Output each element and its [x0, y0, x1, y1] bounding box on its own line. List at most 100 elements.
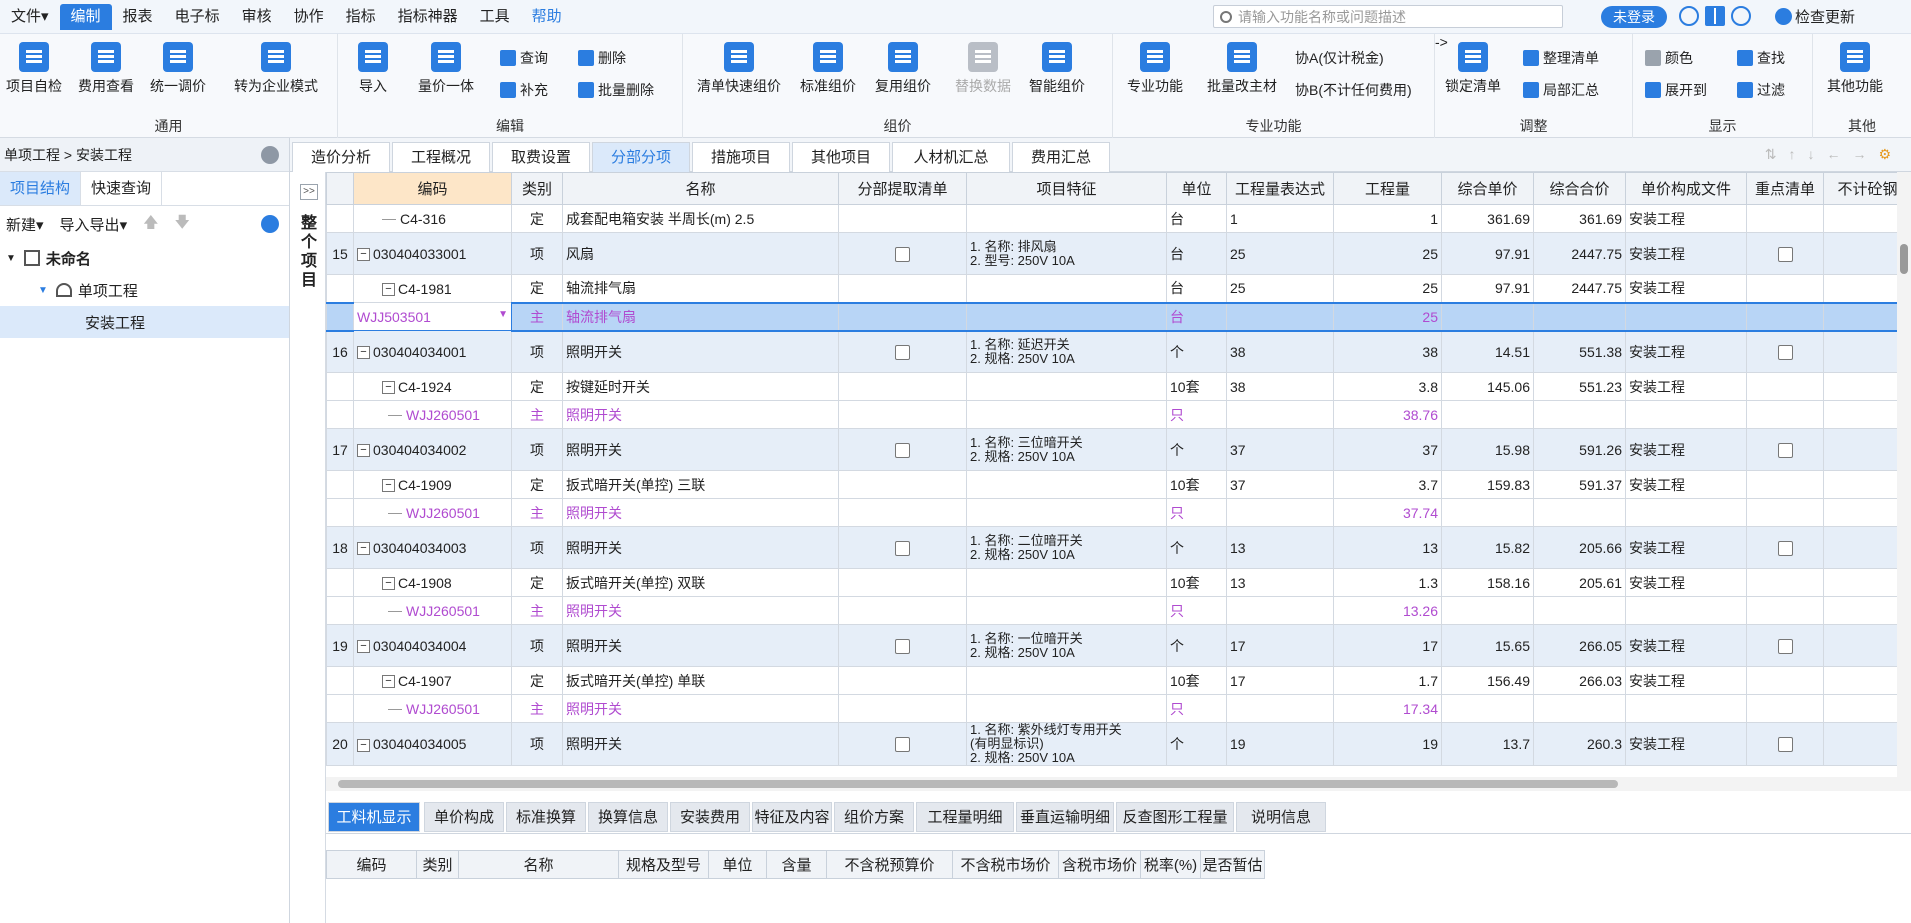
- expand-to-button[interactable]: 展开到: [1645, 80, 1707, 100]
- table-cell[interactable]: 10套: [1166, 568, 1227, 597]
- table-row[interactable]: − C4-1981 定轴流排气扇台 25 25 97.91 2447.75 安装工程: [326, 274, 1897, 303]
- table-cell[interactable]: − C4-1907: [353, 666, 512, 695]
- table-row[interactable]: 16−030404034001 项照明开关 1. 名称: 延迟开关 2. 规格: 25…: [326, 330, 1897, 373]
- batch-main-material-button[interactable]: 批量改主材: [1207, 42, 1277, 96]
- table-cell[interactable]: 照明开关: [562, 526, 839, 569]
- collapse-row-icon[interactable]: −: [357, 444, 370, 458]
- table-cell[interactable]: [838, 498, 967, 527]
- table-cell[interactable]: 个: [1166, 526, 1227, 569]
- tree-node-install-project[interactable]: 安装工程: [0, 306, 289, 338]
- organize-list-button[interactable]: 整理清单: [1523, 48, 1599, 68]
- table-cell[interactable]: 个: [1166, 624, 1227, 667]
- menu-item[interactable]: 报表: [112, 4, 164, 30]
- filter-button[interactable]: 过滤: [1737, 80, 1785, 100]
- table-cell[interactable]: 安装工程: [1625, 666, 1747, 695]
- table-cell[interactable]: [1823, 498, 1897, 527]
- table-cell[interactable]: 按键延时开关: [562, 372, 839, 401]
- table-cell[interactable]: 37: [1333, 428, 1442, 471]
- function-search-input[interactable]: 请输入功能名称或问题描述: [1213, 5, 1563, 28]
- table-cell[interactable]: [966, 400, 1167, 429]
- table-cell[interactable]: 13.7: [1441, 722, 1534, 766]
- table-cell[interactable]: 18: [326, 526, 354, 569]
- table-cell[interactable]: [326, 274, 354, 303]
- table-cell[interactable]: 照明开关: [562, 428, 839, 471]
- table-cell[interactable]: 项: [511, 624, 563, 667]
- menu-item[interactable]: 帮助: [521, 4, 573, 30]
- table-cell[interactable]: 安装工程: [1625, 470, 1747, 499]
- table-cell[interactable]: − C4-1981: [353, 274, 512, 303]
- table-cell[interactable]: 安装工程: [1625, 232, 1747, 275]
- table-cell[interactable]: − C4-1909: [353, 470, 512, 499]
- table-cell[interactable]: 照明开关: [562, 596, 839, 625]
- extract-checkbox[interactable]: [895, 540, 910, 556]
- tab-project-structure[interactable]: 项目结构: [0, 172, 82, 205]
- key-list-checkbox[interactable]: [1777, 246, 1793, 262]
- table-cell[interactable]: [326, 498, 354, 527]
- detail-tab-2[interactable]: 单价构成: [424, 802, 504, 832]
- table-cell[interactable]: [966, 694, 1167, 723]
- table-cell[interactable]: 台: [1166, 204, 1227, 233]
- table-cell[interactable]: 照明开关: [562, 330, 839, 373]
- table-cell[interactable]: [1533, 301, 1626, 332]
- column-settings-icon[interactable]: ⇅: [1765, 146, 1777, 163]
- extract-checkbox[interactable]: [895, 737, 910, 753]
- horizontal-scrollbar[interactable]: [326, 777, 1911, 791]
- table-row[interactable]: C4-316 定成套配电箱安装 半周长(m) 2.5 台 1 1 361.69 361.69…: [326, 204, 1897, 233]
- table-row[interactable]: 15−030404033001 项风扇 1. 名称: 排风扇 2. 型号: 250V …: [326, 232, 1897, 275]
- table-cell[interactable]: 照明开关: [562, 400, 839, 429]
- table-cell[interactable]: 成套配电箱安装 半周长(m) 2.5: [562, 204, 839, 233]
- sub-column-header[interactable]: 单位: [708, 850, 767, 879]
- table-row[interactable]: − C4-1908 定扳式暗开关(单控) 双联 10套 13 1.3 158.16 205.6…: [326, 568, 1897, 597]
- sub-column-header[interactable]: 类别: [416, 850, 459, 879]
- download-icon[interactable]: [261, 215, 279, 233]
- table-cell[interactable]: 361.69: [1441, 204, 1534, 233]
- table-cell[interactable]: 台: [1166, 232, 1227, 275]
- table-cell[interactable]: −030404034005: [353, 722, 512, 766]
- table-cell[interactable]: −030404034002: [353, 428, 512, 471]
- sub-column-header[interactable]: 规格及型号: [618, 850, 709, 879]
- table-cell[interactable]: [1441, 498, 1534, 527]
- info-icon[interactable]: [1731, 6, 1751, 26]
- table-cell[interactable]: [1746, 372, 1824, 401]
- table-cell[interactable]: 14.51: [1441, 330, 1534, 373]
- table-cell[interactable]: 只: [1166, 596, 1227, 625]
- table-cell[interactable]: [966, 666, 1167, 695]
- table-cell[interactable]: 25: [1226, 232, 1334, 275]
- table-cell[interactable]: [1625, 498, 1747, 527]
- move-down-icon[interactable]: 🡇: [175, 212, 190, 237]
- table-cell[interactable]: 1. 名称: 紫外线灯专用开关 (有明显标识) 2. 规格: 250V 10A: [966, 722, 1167, 766]
- table-cell[interactable]: 3.7: [1333, 470, 1442, 499]
- table-cell[interactable]: [1746, 204, 1824, 233]
- table-cell[interactable]: 37.74: [1333, 498, 1442, 527]
- table-cell[interactable]: 照明开关: [562, 694, 839, 723]
- table-cell[interactable]: 项: [511, 428, 563, 471]
- table-cell[interactable]: [1746, 274, 1824, 303]
- smart-price-button[interactable]: 智能组价: [1029, 42, 1085, 96]
- key-list-checkbox[interactable]: [1777, 442, 1793, 458]
- table-cell[interactable]: 13.26: [1333, 596, 1442, 625]
- tab-6[interactable]: 其他项目: [792, 142, 890, 172]
- whole-project-label[interactable]: 整个项目: [300, 214, 318, 290]
- table-cell[interactable]: [838, 274, 967, 303]
- table-cell[interactable]: 主: [511, 400, 563, 429]
- table-cell[interactable]: 3.8: [1333, 372, 1442, 401]
- table-cell[interactable]: 16: [326, 330, 354, 373]
- table-cell[interactable]: [1746, 470, 1824, 499]
- table-cell[interactable]: [1823, 301, 1897, 332]
- table-row[interactable]: WJJ260501 主照明开关 只 37.74: [326, 498, 1897, 527]
- tree-toggle-icon[interactable]: ▼: [6, 253, 16, 264]
- table-cell[interactable]: 个: [1166, 428, 1227, 471]
- table-cell[interactable]: 266.05: [1533, 624, 1626, 667]
- table-cell[interactable]: 主: [511, 301, 563, 332]
- table-cell[interactable]: 安装工程: [1625, 526, 1747, 569]
- import-button[interactable]: 导入: [358, 42, 388, 96]
- tab-3[interactable]: 取费设置: [492, 142, 590, 172]
- table-cell[interactable]: 1.3: [1333, 568, 1442, 597]
- table-cell[interactable]: 安装工程: [1625, 330, 1747, 373]
- table-cell[interactable]: [838, 624, 967, 667]
- table-cell[interactable]: 扳式暗开关(单控) 三联: [562, 470, 839, 499]
- table-cell[interactable]: [1226, 596, 1334, 625]
- table-cell[interactable]: 风扇: [562, 232, 839, 275]
- table-cell[interactable]: [326, 666, 354, 695]
- table-cell[interactable]: 25: [1226, 274, 1334, 303]
